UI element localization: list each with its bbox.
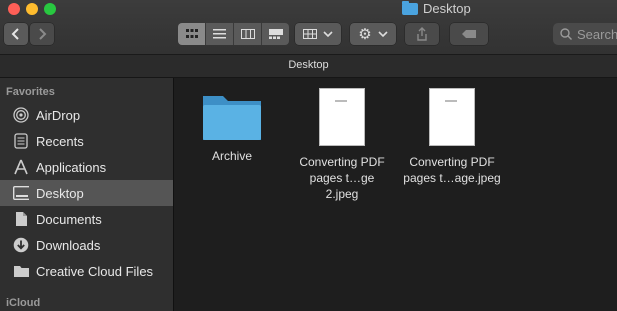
list-view-button[interactable] bbox=[206, 23, 234, 45]
tags-button[interactable] bbox=[450, 23, 488, 45]
search-placeholder: Search bbox=[577, 26, 617, 42]
desktop-icon bbox=[13, 185, 29, 201]
folder-icon bbox=[402, 0, 418, 15]
jpeg-thumbnail-icon bbox=[429, 88, 475, 146]
jpeg-thumbnail-icon bbox=[319, 88, 365, 146]
close-button[interactable] bbox=[8, 3, 20, 15]
sidebar-item-label: Downloads bbox=[36, 237, 101, 253]
columns-icon bbox=[240, 29, 255, 39]
column-view-button[interactable] bbox=[234, 23, 262, 45]
chevron-down-icon bbox=[323, 31, 333, 38]
file-name-line: pages t…age.jpeg bbox=[403, 171, 501, 185]
favorites-header: Favorites bbox=[6, 86, 55, 98]
documents-icon bbox=[13, 211, 29, 227]
action-button[interactable]: ⚙ bbox=[350, 23, 396, 45]
downloads-icon bbox=[13, 237, 29, 253]
path-title: Desktop bbox=[288, 59, 329, 71]
chevron-left-icon bbox=[11, 28, 19, 40]
window-title: Desktop bbox=[402, 0, 471, 16]
sidebar-item-recents[interactable]: Recents bbox=[0, 128, 173, 154]
file-name-line: Converting PDF bbox=[409, 155, 495, 169]
group-button[interactable] bbox=[295, 23, 341, 45]
sidebar-item-downloads[interactable]: Downloads bbox=[0, 232, 173, 258]
back-button[interactable] bbox=[4, 23, 28, 45]
gallery-view-button[interactable] bbox=[262, 23, 289, 45]
group-grid-icon bbox=[303, 29, 317, 39]
file-name-line: Converting PDF bbox=[299, 155, 385, 169]
path-title-bar: Desktop bbox=[0, 55, 617, 78]
sidebar-item-label: Desktop bbox=[36, 185, 84, 201]
file-name: Converting PDF pages t…ge 2.jpeg bbox=[292, 154, 392, 202]
icon-view-button[interactable] bbox=[178, 23, 206, 45]
file-item[interactable]: Converting PDF pages t…ge 2.jpeg bbox=[292, 88, 392, 202]
gear-icon: ⚙ bbox=[358, 26, 372, 43]
gallery-icon bbox=[268, 29, 283, 39]
chevron-right-icon bbox=[39, 28, 47, 40]
file-name: Converting PDF pages t…age.jpeg bbox=[402, 154, 502, 186]
window-title-label: Desktop bbox=[423, 1, 471, 16]
search-icon bbox=[560, 28, 572, 40]
sidebar-item-label: Applications bbox=[36, 159, 107, 175]
sidebar-item-label: AirDrop bbox=[36, 107, 81, 123]
list-icon bbox=[213, 29, 226, 39]
folder-icon bbox=[13, 263, 29, 279]
sidebar-item-airdrop[interactable]: AirDrop bbox=[0, 102, 173, 128]
icon-grid-icon bbox=[185, 29, 198, 38]
sidebar-item-desktop[interactable]: Desktop bbox=[0, 180, 173, 206]
sidebar-item-documents[interactable]: Documents bbox=[0, 206, 173, 232]
minimize-button[interactable] bbox=[26, 3, 38, 15]
zoom-button[interactable] bbox=[44, 3, 56, 15]
forward-button[interactable] bbox=[30, 23, 54, 45]
file-item[interactable]: Converting PDF pages t…age.jpeg bbox=[402, 88, 502, 186]
folder-icon bbox=[203, 96, 261, 140]
sidebar-item-creative-cloud-files[interactable]: Creative Cloud Files bbox=[0, 258, 173, 284]
search-field[interactable]: Search bbox=[553, 23, 617, 45]
view-mode-segment bbox=[178, 23, 289, 45]
share-button[interactable] bbox=[405, 23, 439, 45]
sidebar-item-applications[interactable]: Applications bbox=[0, 154, 173, 180]
file-name: Archive bbox=[211, 149, 252, 163]
applications-icon bbox=[13, 159, 29, 175]
chevron-down-icon bbox=[378, 31, 388, 38]
airdrop-icon bbox=[13, 107, 29, 123]
sidebar: Favorites AirDrop Recents Applications D… bbox=[0, 78, 174, 311]
share-icon bbox=[417, 27, 427, 41]
file-item[interactable]: Archive bbox=[192, 90, 272, 164]
sidebar-item-label: Recents bbox=[36, 133, 84, 149]
file-browser: Archive Converting PDF pages t…ge 2.jpeg… bbox=[174, 78, 617, 311]
title-bar: Desktop ⚙ Search bbox=[0, 0, 617, 55]
file-name-line: pages t…ge 2.jpeg bbox=[309, 171, 375, 201]
icloud-header: iCloud bbox=[6, 297, 41, 309]
recents-icon bbox=[13, 133, 29, 149]
sidebar-item-label: Documents bbox=[36, 211, 102, 227]
sidebar-item-label: Creative Cloud Files bbox=[36, 263, 154, 279]
tag-icon bbox=[462, 30, 476, 38]
